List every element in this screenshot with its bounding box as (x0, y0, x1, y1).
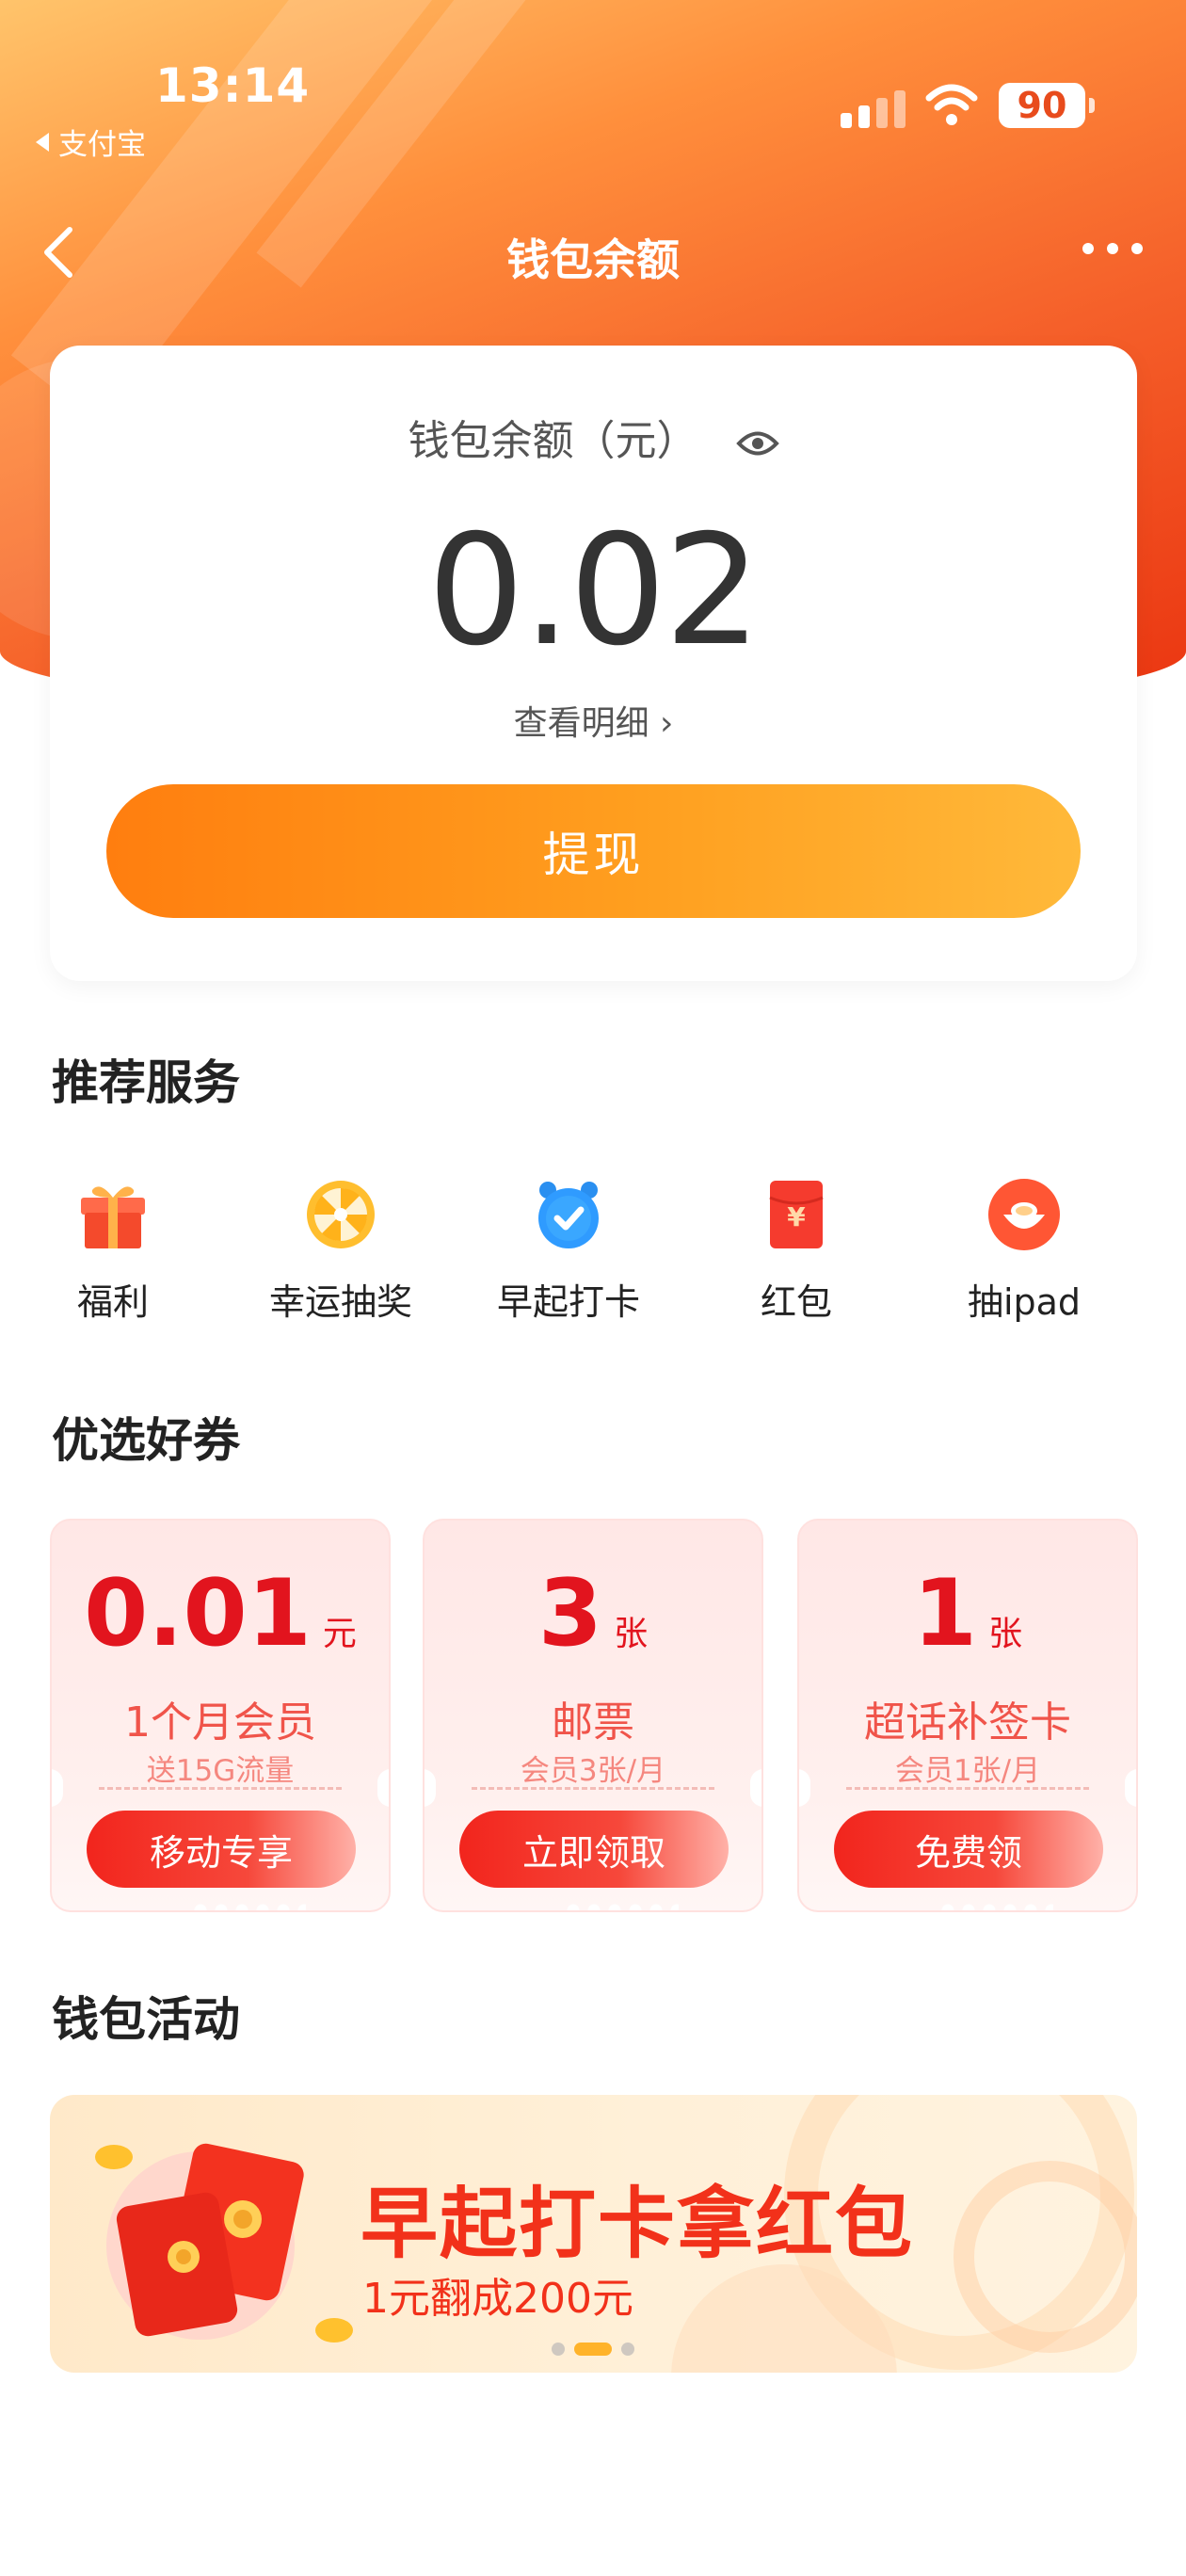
balance-card: 钱包余额（元） 0.02 查看明细 › 提现 (50, 346, 1137, 981)
balance-label: 钱包余额（元） (408, 417, 698, 465)
back-to-app-link[interactable]: 支付宝 (36, 121, 146, 163)
coupon-subtitle: 会员3张/月 (520, 1754, 666, 1788)
service-item-welfare[interactable]: 福利 (9, 1177, 216, 1325)
coupon-subtitle: 送15G流量 (146, 1754, 295, 1788)
wifi-icon (925, 84, 978, 125)
red-envelope-icon: ¥ (759, 1177, 834, 1252)
red-packet-illustration-icon (95, 2143, 353, 2343)
carousel-dot-active[interactable] (574, 2343, 612, 2356)
coupon-scallop (193, 1903, 306, 1910)
coupon-value: 0.01 (84, 1560, 312, 1667)
coupon-notch (377, 1769, 389, 1807)
eye-icon[interactable] (735, 429, 779, 458)
section-title-coupons: 优选好券 (52, 1413, 240, 1468)
coupon-notch (750, 1769, 761, 1807)
coupon-divider (846, 1787, 1089, 1790)
cellular-signal-icon (841, 90, 906, 128)
coupon-unit: 元 (322, 1615, 357, 1653)
service-label: 抽ipad (967, 1281, 1082, 1323)
coupon-title: 超话补签卡 (864, 1699, 1071, 1747)
coupon-unit: 张 (614, 1615, 649, 1653)
svg-text:¥: ¥ (787, 1201, 806, 1232)
banner-decoration (954, 2161, 1137, 2353)
alarm-clock-icon (531, 1177, 606, 1252)
coupon-value: 1 (912, 1560, 978, 1667)
page-title: 钱包余额 (506, 234, 680, 285)
coupon-notch (425, 1769, 436, 1807)
nav-bar: 钱包余额 (0, 205, 1186, 299)
ingot-icon (986, 1177, 1062, 1252)
coupon-divider (99, 1787, 342, 1790)
banner-subtitle: 1元翻成200元 (362, 2275, 633, 2323)
service-label: 福利 (76, 1281, 149, 1323)
back-triangle-icon (36, 132, 49, 152)
coupon-notch (1125, 1769, 1136, 1807)
banner-title: 早起打卡拿红包 (361, 2180, 915, 2269)
service-item-red-packet[interactable]: ¥ 红包 (693, 1177, 900, 1325)
carousel-dot[interactable] (552, 2343, 565, 2356)
coupon-title: 邮票 (552, 1699, 634, 1747)
lottery-wheel-icon (303, 1177, 378, 1252)
coupon-title: 1个月会员 (124, 1699, 316, 1747)
balance-label-row: 钱包余额（元） (50, 407, 1137, 467)
coupon-scallop (566, 1903, 679, 1910)
activity-banner[interactable]: 早起打卡拿红包 1元翻成200元 (50, 2095, 1137, 2373)
back-app-label: 支付宝 (58, 128, 146, 162)
section-title-services: 推荐服务 (52, 1055, 240, 1110)
battery-indicator: 90 (999, 83, 1095, 128)
balance-amount: 0.02 (427, 503, 761, 680)
service-label: 幸运抽奖 (268, 1281, 412, 1323)
view-details-link[interactable]: 查看明细 › (50, 696, 1137, 745)
coupon-list: 0.01 元 1个月会员 送15G流量 移动专享 3张 邮票 会员3张/月 立即领… (50, 1519, 1139, 1914)
more-options-icon[interactable] (1082, 243, 1143, 254)
coupon-card[interactable]: 0.01 元 1个月会员 送15G流量 移动专享 (50, 1519, 391, 1912)
coupon-unit: 张 (988, 1615, 1023, 1653)
coupon-scallop (940, 1903, 1053, 1910)
service-item-lottery[interactable]: 幸运抽奖 (237, 1177, 444, 1325)
status-time: 13:14 (155, 58, 311, 113)
coupon-card[interactable]: 1张 超话补签卡 会员1张/月 免费领 (797, 1519, 1138, 1912)
service-label: 早起打卡 (496, 1281, 640, 1323)
coupon-notch (799, 1769, 810, 1807)
service-label: 红包 (760, 1281, 832, 1323)
status-bar: 13:14 支付宝 90 (0, 0, 1186, 179)
coupon-claim-button[interactable]: 移动专享 (87, 1811, 356, 1888)
coupon-value-row: 3张 (425, 1568, 761, 1660)
coupon-claim-button[interactable]: 立即领取 (459, 1811, 729, 1888)
coupon-claim-button[interactable]: 免费领 (834, 1811, 1103, 1888)
coupon-divider (472, 1787, 714, 1790)
service-item-ipad-draw[interactable]: 抽ipad (921, 1177, 1128, 1325)
coupon-subtitle: 会员1张/月 (894, 1754, 1041, 1788)
coupon-value: 3 (537, 1560, 603, 1667)
coupon-value-row: 0.01 元 (52, 1568, 389, 1660)
coupon-value-row: 1张 (799, 1568, 1136, 1660)
withdraw-button[interactable]: 提现 (106, 784, 1081, 918)
services-row: 福利 幸运抽奖 早起打卡 ¥ 红包 抽ipad (0, 1177, 1186, 1346)
gift-icon (75, 1177, 151, 1252)
section-title-activities: 钱包活动 (52, 1992, 240, 2047)
service-item-early-checkin[interactable]: 早起打卡 (465, 1177, 672, 1325)
coupon-notch (52, 1769, 63, 1807)
carousel-indicator (0, 2343, 1186, 2356)
carousel-dot[interactable] (621, 2343, 634, 2356)
coupon-card[interactable]: 3张 邮票 会员3张/月 立即领取 (423, 1519, 763, 1912)
